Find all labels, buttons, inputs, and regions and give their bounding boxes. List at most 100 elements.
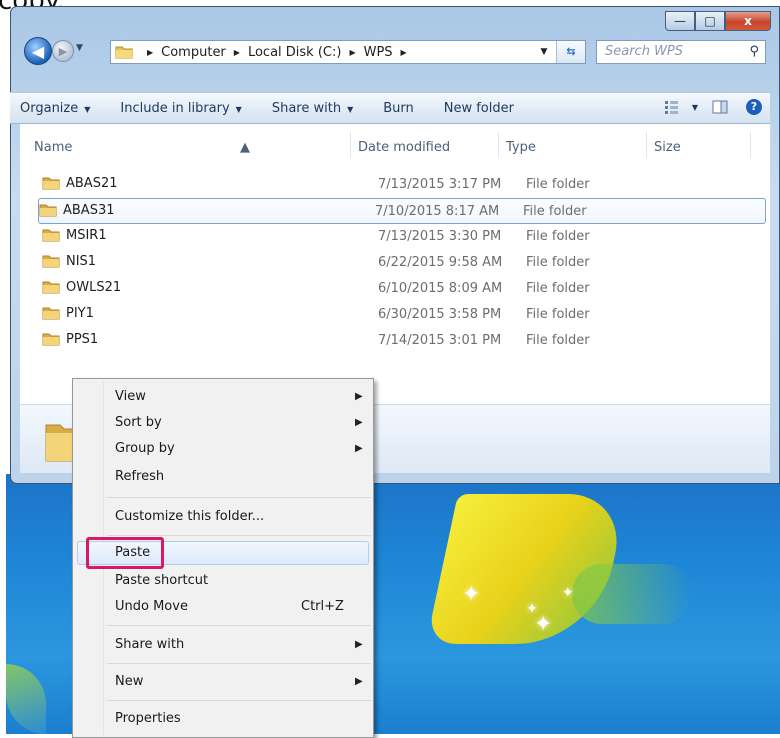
folder-icon xyxy=(39,204,57,217)
breadcrumb-computer[interactable]: Computer xyxy=(161,45,226,60)
file-name: PPS1 xyxy=(66,332,99,347)
folder-icon xyxy=(42,229,60,242)
file-list-pane[interactable]: Name ▲ Date modified Type Size ABAS21 7/1… xyxy=(20,124,771,404)
address-dropdown-icon[interactable]: ▼ xyxy=(532,47,556,57)
column-header-type[interactable]: Type xyxy=(506,140,536,155)
menu-separator xyxy=(107,497,371,498)
table-row[interactable]: ABAS21 7/13/2015 3:17 PM File folder xyxy=(42,172,768,196)
table-row[interactable]: ABAS31 7/10/2015 8:17 AM File folder xyxy=(38,198,766,224)
address-bar[interactable]: ▶ Computer ▶ Local Disk (C:) ▶ WPS ▶ ▼ ⇆ xyxy=(110,40,586,64)
folder-icon xyxy=(42,333,60,346)
preview-pane-icon[interactable] xyxy=(712,100,728,114)
menu-item-group-by[interactable]: Group by xyxy=(115,441,175,456)
menu-item-customize-folder[interactable]: Customize this folder... xyxy=(115,509,264,524)
file-type: File folder xyxy=(523,204,587,219)
menu-separator xyxy=(107,535,371,536)
search-placeholder: Search WPS xyxy=(605,44,684,59)
menu-item-view[interactable]: View xyxy=(115,389,146,404)
menu-item-share-with[interactable]: Share with xyxy=(115,637,184,652)
submenu-arrow-icon: ▶ xyxy=(355,417,363,428)
table-row[interactable]: PPS1 7/14/2015 3:01 PM File folder xyxy=(42,328,768,352)
file-date: 7/10/2015 8:17 AM xyxy=(375,204,500,219)
menu-separator xyxy=(107,663,371,664)
menu-item-undo-move[interactable]: Undo Move xyxy=(115,599,188,614)
table-row[interactable]: MSIR1 7/13/2015 3:30 PM File folder xyxy=(42,224,768,248)
window-controls: — □ x xyxy=(665,11,771,31)
menu-separator xyxy=(107,625,371,626)
breadcrumb-arrow-icon[interactable]: ▶ xyxy=(349,48,355,57)
include-in-library-button[interactable]: Include in library ▼ xyxy=(120,101,241,116)
help-icon[interactable]: ? xyxy=(746,99,762,115)
file-name: ABAS21 xyxy=(66,176,118,191)
menu-separator xyxy=(107,700,371,701)
file-name: OWLS21 xyxy=(66,280,122,295)
menu-item-sort-by[interactable]: Sort by xyxy=(115,415,162,430)
view-dropdown-icon[interactable]: ▼ xyxy=(692,103,698,112)
breadcrumb-arrow-icon[interactable]: ▶ xyxy=(401,48,407,57)
file-type: File folder xyxy=(526,177,590,192)
submenu-arrow-icon: ▶ xyxy=(355,391,363,402)
menu-item-paste-shortcut[interactable]: Paste shortcut xyxy=(115,573,208,588)
file-date: 6/30/2015 3:58 PM xyxy=(378,307,502,322)
change-view-icon[interactable] xyxy=(664,100,686,114)
column-divider[interactable] xyxy=(350,132,351,158)
include-label: Include in library xyxy=(120,100,230,116)
minimize-button[interactable]: — xyxy=(665,11,695,31)
back-button[interactable]: ◀ xyxy=(24,37,52,65)
file-type: File folder xyxy=(526,255,590,270)
refresh-icon[interactable]: ⇆ xyxy=(556,41,585,63)
folder-icon xyxy=(42,177,60,190)
sort-ascending-icon: ▲ xyxy=(240,140,250,155)
breadcrumb-local-disk[interactable]: Local Disk (C:) xyxy=(248,45,341,60)
column-header-date[interactable]: Date modified xyxy=(358,140,450,155)
file-type: File folder xyxy=(526,307,590,322)
breadcrumb-arrow-icon[interactable]: ▶ xyxy=(234,48,240,57)
burn-button[interactable]: Burn xyxy=(383,101,414,116)
wallpaper-petal-glow xyxy=(572,564,692,624)
organize-button[interactable]: Organize ▼ xyxy=(20,101,90,116)
navigation-bar: ◀ ▶ ▼ ▶ Computer ▶ Local Disk (C:) ▶ WPS ▶ … xyxy=(10,34,770,66)
table-row[interactable]: OWLS21 6/10/2015 8:09 AM File folder xyxy=(42,276,768,300)
undo-shortcut-text: Ctrl+Z xyxy=(301,599,344,614)
menu-item-refresh[interactable]: Refresh xyxy=(115,469,164,484)
file-type: File folder xyxy=(526,229,590,244)
menu-item-properties[interactable]: Properties xyxy=(115,711,181,726)
forward-button[interactable]: ▶ xyxy=(52,40,74,62)
file-type: File folder xyxy=(526,281,590,296)
file-date: 6/10/2015 8:09 AM xyxy=(378,281,503,296)
share-label: Share with xyxy=(271,100,342,116)
chevron-down-icon: ▼ xyxy=(347,104,354,114)
file-name: MSIR1 xyxy=(66,228,107,243)
file-date: 7/13/2015 3:17 PM xyxy=(378,177,502,192)
file-date: 7/14/2015 3:01 PM xyxy=(378,333,502,348)
search-icon[interactable]: ⚲ xyxy=(749,44,759,59)
wallpaper-leaf xyxy=(6,664,46,734)
search-input[interactable]: Search WPS ⚲ xyxy=(596,40,766,64)
close-button[interactable]: x xyxy=(725,11,771,31)
table-row[interactable]: NIS1 6/22/2015 9:58 AM File folder xyxy=(42,250,768,274)
submenu-arrow-icon: ▶ xyxy=(355,676,363,687)
maximize-button[interactable]: □ xyxy=(695,11,725,31)
share-with-button[interactable]: Share with ▼ xyxy=(272,101,353,116)
new-folder-button[interactable]: New folder xyxy=(444,101,514,116)
recent-pages-dropdown[interactable]: ▼ xyxy=(76,43,83,53)
organize-label: Organize xyxy=(20,100,79,116)
menu-item-new[interactable]: New xyxy=(115,674,143,689)
column-headers: Name ▲ Date modified Type Size xyxy=(20,124,770,158)
file-name: PIY1 xyxy=(66,306,94,321)
sparkle-icon: ✦ xyxy=(534,612,553,637)
column-header-size[interactable]: Size xyxy=(654,140,681,155)
command-bar: Organize ▼ Include in library ▼ Share with… xyxy=(10,92,770,124)
table-row[interactable]: PIY1 6/30/2015 3:58 PM File folder xyxy=(42,302,768,326)
column-divider[interactable] xyxy=(646,132,647,158)
breadcrumb-arrow-icon[interactable]: ▶ xyxy=(147,48,153,57)
submenu-arrow-icon: ▶ xyxy=(355,639,363,650)
paste-highlight-annotation xyxy=(86,537,164,569)
sparkle-icon: ✦ xyxy=(562,585,574,601)
column-divider[interactable] xyxy=(498,132,499,158)
sparkle-icon: ✦ xyxy=(462,582,481,607)
breadcrumb-wps[interactable]: WPS xyxy=(364,45,393,60)
submenu-arrow-icon: ▶ xyxy=(355,443,363,454)
column-header-name[interactable]: Name xyxy=(34,140,72,155)
column-divider[interactable] xyxy=(750,132,751,158)
